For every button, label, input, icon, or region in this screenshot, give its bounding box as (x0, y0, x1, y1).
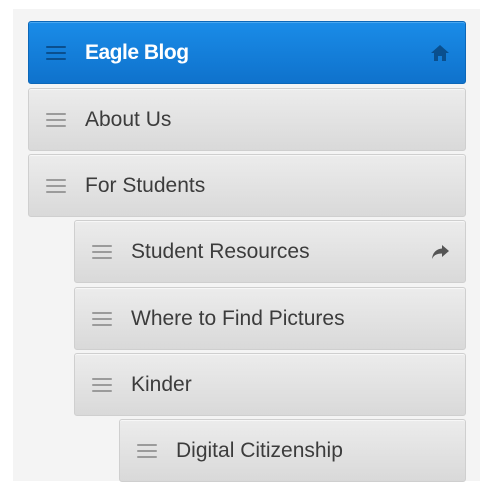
menu-item-student-resources[interactable]: Student Resources (74, 220, 466, 283)
hamburger-icon (137, 443, 157, 458)
menu-item-label: About Us (85, 107, 172, 131)
menu-item-where-to-find-pictures[interactable]: Where to Find Pictures (74, 287, 466, 350)
menu-item-label: Student Resources (131, 239, 310, 263)
menu-item-eagle-blog[interactable]: Eagle Blog (28, 21, 466, 84)
menu-item-label: For Students (85, 173, 206, 197)
menu-item-kinder[interactable]: Kinder (74, 353, 466, 416)
menu-item-label: Eagle Blog (85, 40, 189, 64)
hamburger-icon (46, 112, 66, 127)
menu-item-digital-citizenship[interactable]: Digital Citizenship (119, 419, 466, 482)
hamburger-icon (92, 244, 112, 259)
hamburger-icon (46, 178, 66, 193)
menu-item-about-us[interactable]: About Us (28, 88, 466, 151)
hamburger-icon (46, 45, 66, 60)
hamburger-icon (92, 377, 112, 392)
menu-item-label: Kinder (131, 372, 192, 396)
share-arrow-icon[interactable] (429, 241, 451, 263)
menu-item-label: Where to Find Pictures (131, 306, 345, 330)
home-icon[interactable] (429, 42, 451, 64)
menu-item-for-students[interactable]: For Students (28, 154, 466, 217)
hamburger-icon (92, 311, 112, 326)
menu-item-label: Digital Citizenship (176, 438, 343, 462)
